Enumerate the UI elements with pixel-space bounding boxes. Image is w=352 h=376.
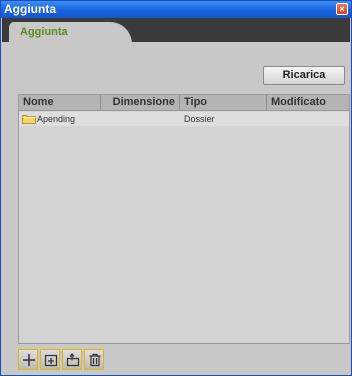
reload-button[interactable]: Ricarica bbox=[263, 66, 345, 85]
row-type: Dossier bbox=[184, 114, 215, 124]
folder-icon bbox=[22, 115, 36, 124]
add-button[interactable] bbox=[18, 349, 38, 370]
tab-aggiunta[interactable]: Aggiunta bbox=[9, 22, 107, 44]
file-list[interactable]: Nome Dimensione Tipo Modificato Apending… bbox=[18, 94, 350, 344]
add-icon bbox=[23, 354, 35, 366]
new-folder-button[interactable] bbox=[40, 349, 60, 370]
bottom-toolbar bbox=[18, 349, 110, 370]
column-header-type[interactable]: Tipo bbox=[180, 95, 267, 110]
tab-label: Aggiunta bbox=[20, 26, 68, 38]
trash-icon bbox=[89, 353, 101, 367]
column-header-modified[interactable]: Modificato bbox=[267, 95, 349, 110]
row-name: Apending bbox=[37, 114, 76, 124]
file-list-header: Nome Dimensione Tipo Modificato bbox=[19, 95, 349, 111]
add-dialog-window: Aggiunta × Aggiunta Ricarica Nome Dimens… bbox=[0, 0, 352, 376]
new-folder-icon bbox=[44, 354, 58, 367]
delete-button[interactable] bbox=[84, 349, 104, 370]
table-row[interactable]: Apending Dossier bbox=[19, 112, 349, 126]
title-bar[interactable]: Aggiunta × bbox=[1, 1, 351, 18]
upload-icon bbox=[66, 353, 80, 367]
column-header-name[interactable]: Nome bbox=[19, 95, 101, 110]
window-title: Aggiunta bbox=[4, 2, 56, 16]
upload-button[interactable] bbox=[62, 349, 82, 370]
tab-strip: Aggiunta bbox=[2, 18, 350, 44]
close-icon[interactable]: × bbox=[336, 3, 348, 15]
column-header-size[interactable]: Dimensione bbox=[101, 95, 180, 110]
